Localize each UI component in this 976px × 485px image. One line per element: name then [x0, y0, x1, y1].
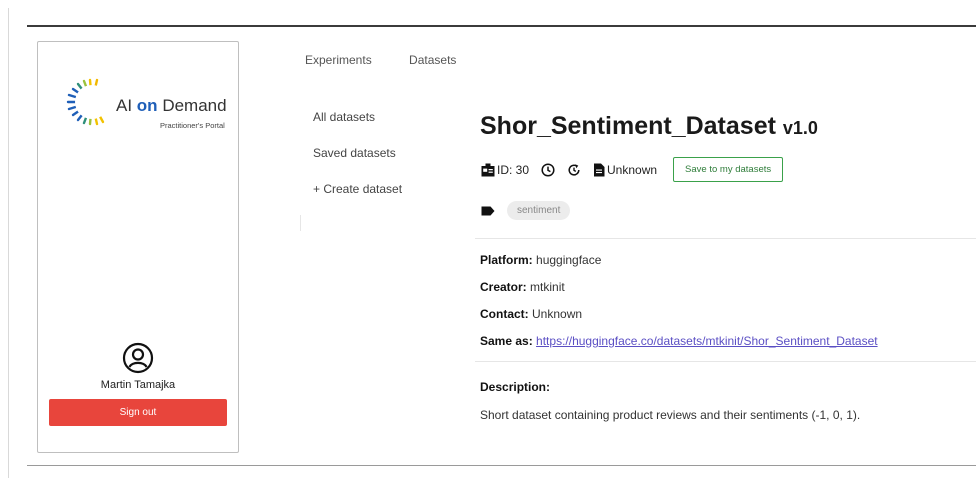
subnav-all-datasets[interactable]: All datasets	[313, 110, 402, 124]
created-time[interactable]	[541, 162, 555, 177]
subnav-divider	[300, 215, 301, 231]
dataset-meta-row: ID: 30 Unknown Save to my datasets	[481, 157, 784, 182]
tag-row: sentiment	[481, 201, 571, 220]
dataset-license: Unknown	[593, 163, 657, 177]
platform-field: Platform: huggingface	[480, 253, 601, 267]
dataset-id-text: ID: 30	[497, 162, 530, 177]
platform-label: Platform:	[480, 253, 533, 267]
dataset-id: ID: 30	[481, 163, 529, 177]
sidebar: AI on Demand Practitioner's Portal Marti…	[37, 41, 239, 453]
dataset-title: Shor_Sentiment_Dataset v1.0	[480, 112, 818, 141]
creator-field: Creator: mtkinit	[480, 280, 565, 294]
contact-field: Contact: Unknown	[480, 307, 582, 321]
document-icon	[594, 163, 605, 176]
platform-value: huggingface	[536, 253, 602, 267]
description-text: Short dataset containing product reviews…	[480, 408, 861, 422]
updated-time[interactable]	[567, 163, 581, 177]
save-to-my-datasets-button[interactable]: Save to my datasets	[673, 157, 784, 182]
logo-rays-icon	[66, 78, 109, 126]
sign-out-button[interactable]: Sign out	[49, 399, 227, 426]
dataset-version: v1.0	[782, 118, 818, 138]
user-avatar-icon[interactable]	[122, 342, 154, 374]
user-name: Martin Tamajka	[100, 379, 176, 391]
description-label: Description:	[480, 380, 551, 394]
header-rule	[27, 25, 976, 27]
same-as-label: Same as:	[480, 334, 533, 348]
contact-label: Contact:	[480, 307, 529, 321]
logo-ai-text: AI	[116, 96, 133, 115]
window-left-edge	[8, 8, 9, 478]
subnav-saved-datasets[interactable]: Saved datasets	[313, 146, 402, 160]
id-badge-icon	[481, 163, 495, 176]
clock-icon	[541, 162, 555, 177]
logo-on-text: on	[136, 96, 158, 115]
nav-experiments[interactable]: Experiments	[305, 53, 372, 67]
creator-label: Creator:	[480, 280, 527, 294]
section-divider	[475, 238, 976, 239]
top-navigation: Experiments Datasets	[305, 53, 490, 67]
description-divider	[475, 361, 976, 362]
same-as-link[interactable]: https://huggingface.co/datasets/mtkinit/…	[536, 334, 878, 348]
creator-value: mtkinit	[530, 280, 565, 294]
footer-rule	[27, 465, 976, 466]
tag-icon	[481, 206, 495, 215]
nav-datasets[interactable]: Datasets	[409, 53, 456, 67]
datasets-subnav: All datasets Saved datasets + Create dat…	[313, 110, 402, 218]
logo-subtitle: Practitioner's Portal	[160, 121, 225, 130]
tag-sentiment[interactable]: sentiment	[507, 201, 571, 220]
logo-title: AI on Demand	[116, 96, 227, 116]
same-as-field: Same as: https://huggingface.co/datasets…	[480, 334, 878, 348]
description-heading: Description:	[480, 380, 550, 394]
dataset-name: Shor_Sentiment_Dataset	[480, 112, 776, 140]
license-text: Unknown	[607, 162, 658, 177]
ai-on-demand-logo[interactable]: AI on Demand Practitioner's Portal	[62, 66, 227, 146]
logo-demand-text: Demand	[162, 96, 227, 115]
history-icon	[568, 163, 580, 176]
contact-value: Unknown	[532, 307, 583, 321]
subnav-create-dataset[interactable]: + Create dataset	[313, 182, 402, 196]
